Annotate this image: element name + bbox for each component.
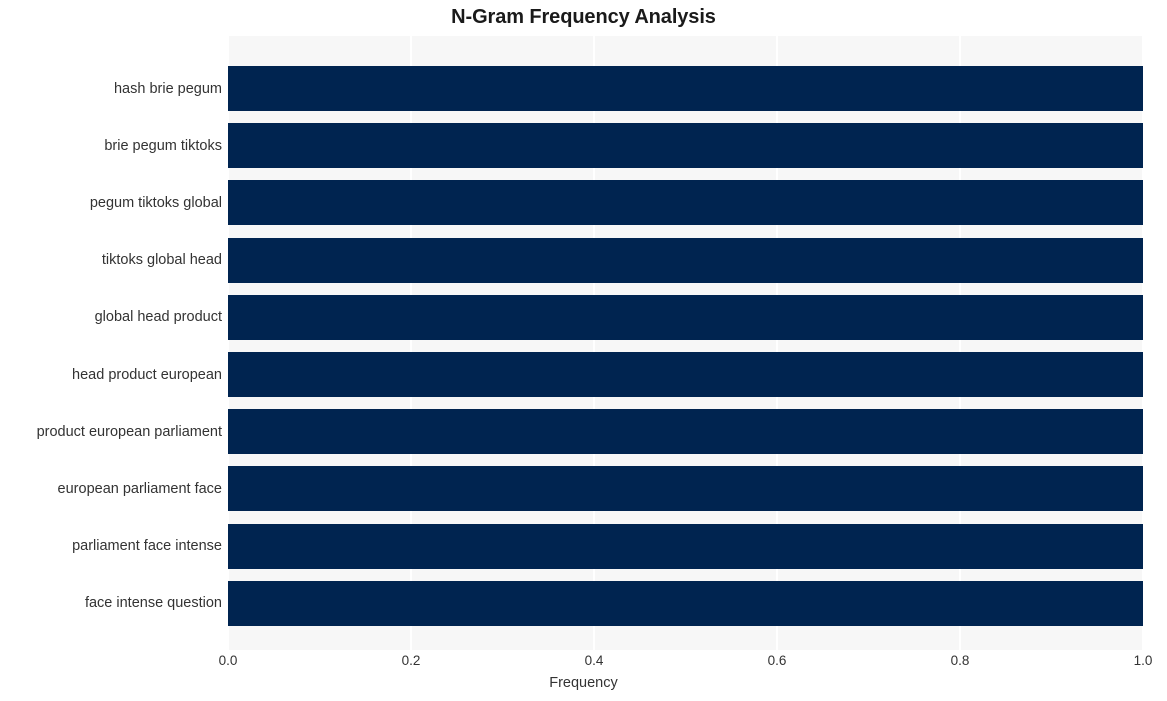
bar [228, 580, 1143, 626]
bar [228, 352, 1143, 397]
bar-fill [228, 294, 1143, 340]
x-axis-tick-label: 0.8 [950, 653, 970, 668]
bar [228, 294, 1143, 340]
y-axis-tick-label: global head product [94, 309, 222, 326]
bar-fill [228, 123, 1143, 169]
x-axis-tick-label: 0.0 [218, 653, 238, 668]
x-axis-tick-label: 0.6 [767, 653, 787, 668]
x-axis-tick-label: 1.0 [1133, 653, 1153, 668]
y-axis-tick-label: hash brie pegum [113, 80, 222, 97]
x-axis-tick-labels: 0.0 0.2 0.4 0.6 0.8 1.0 [0, 654, 1167, 674]
y-axis-tick-label: brie pegum tiktoks [104, 137, 222, 154]
bar-fill [228, 352, 1143, 397]
bar [228, 409, 1143, 455]
x-axis-tick-label: 0.2 [401, 653, 421, 668]
bar-fill [228, 466, 1143, 512]
bar [228, 66, 1143, 111]
bar-fill [228, 180, 1143, 226]
bars-series [228, 36, 1143, 650]
x-axis-tick-label: 0.4 [584, 653, 604, 668]
y-axis-tick-label: product european parliament [36, 423, 222, 440]
bar [228, 237, 1143, 283]
chart-figure: N-Gram Frequency Analysis hash brie pegu… [0, 0, 1167, 701]
y-axis-tick-label: european parliament face [57, 480, 222, 497]
y-axis-tick-label: parliament face intense [72, 538, 222, 555]
chart-title: N-Gram Frequency Analysis [451, 6, 716, 28]
y-axis-tick-label: tiktoks global head [101, 252, 222, 269]
bar-fill [228, 66, 1143, 111]
bar [228, 523, 1143, 569]
bar-fill [228, 580, 1143, 626]
y-axis-tick-label: face intense question [84, 595, 222, 612]
y-axis-tick-label: head product european [72, 366, 222, 383]
bar-fill [228, 409, 1143, 455]
y-axis-tick-labels: hash brie pegum brie pegum tiktoks pegum t… [0, 36, 222, 650]
bar [228, 123, 1143, 169]
x-axis-label: Frequency [549, 675, 618, 691]
bar [228, 466, 1143, 512]
bar-fill [228, 523, 1143, 569]
bar [228, 180, 1143, 226]
bar-fill [228, 237, 1143, 283]
plot-area [227, 36, 1144, 650]
y-axis-tick-label: pegum tiktoks global [89, 194, 222, 211]
